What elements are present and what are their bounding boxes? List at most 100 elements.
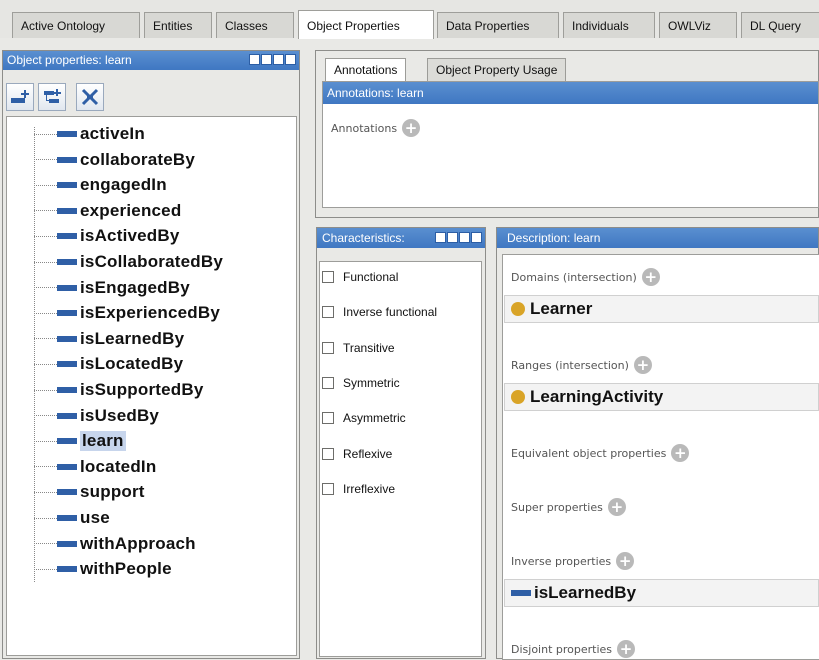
class-icon bbox=[511, 302, 525, 316]
tab-data-properties[interactable]: Data Properties bbox=[437, 12, 559, 38]
characteristic-label: Inverse functional bbox=[343, 305, 438, 320]
add-disjoint-button[interactable]: + bbox=[617, 640, 636, 658]
tree-item-isUsedBy[interactable]: isUsedBy bbox=[34, 404, 159, 428]
tree-item-label: withApproach bbox=[80, 533, 196, 553]
checkbox[interactable] bbox=[322, 482, 334, 495]
add-inverse-button[interactable]: + bbox=[616, 552, 635, 570]
close-icon[interactable] bbox=[285, 54, 296, 65]
tab-object-properties[interactable]: Object Properties bbox=[298, 10, 434, 39]
object-property-icon bbox=[57, 361, 77, 368]
split-view-icon[interactable] bbox=[249, 54, 260, 65]
tree-item-learn[interactable]: learn bbox=[34, 429, 126, 453]
minimize-icon[interactable] bbox=[261, 54, 272, 65]
tree-item-isEngagedBy[interactable]: isEngagedBy bbox=[34, 276, 190, 300]
tree-item-label: use bbox=[80, 508, 110, 527]
characteristic-symmetric[interactable]: Symmetric bbox=[322, 376, 400, 390]
annotations-section: Annotations + bbox=[331, 119, 421, 137]
checkbox[interactable] bbox=[322, 412, 334, 425]
tree-item-locatedIn[interactable]: locatedIn bbox=[34, 455, 156, 479]
tree-item-isCollaboratedBy[interactable]: isCollaboratedBy bbox=[34, 250, 223, 274]
equivalent-section: Equivalent object properties + bbox=[511, 444, 690, 462]
minimize-icon[interactable] bbox=[447, 232, 458, 243]
domain-entry[interactable]: Learner bbox=[504, 295, 819, 323]
add-subproperty-button[interactable] bbox=[6, 83, 34, 111]
tab-object-property-usage[interactable]: Object Property Usage bbox=[427, 58, 567, 81]
tree-item-activeIn[interactable]: activeIn bbox=[34, 122, 145, 146]
object-property-icon bbox=[57, 515, 77, 521]
tree-item-label: isLearnedBy bbox=[80, 328, 185, 348]
characteristic-irreflexive[interactable]: Irreflexive bbox=[322, 482, 395, 496]
object-property-icon bbox=[57, 412, 77, 419]
tree-connector bbox=[34, 184, 57, 186]
ranges-label: Ranges (intersection) bbox=[511, 358, 629, 372]
hierarchy-title: Object properties: learn bbox=[7, 53, 132, 67]
characteristic-asymmetric[interactable]: Asymmetric bbox=[322, 411, 406, 425]
tree-item-isLocatedBy[interactable]: isLocatedBy bbox=[34, 352, 183, 376]
tree-connector bbox=[34, 517, 57, 519]
characteristic-transitive[interactable]: Transitive bbox=[322, 341, 395, 355]
tab-individuals[interactable]: Individuals bbox=[563, 12, 655, 38]
tree-item-label: learn bbox=[80, 431, 126, 452]
characteristics-title: Characteristics: bbox=[322, 231, 405, 245]
tree-item-withApproach[interactable]: withApproach bbox=[34, 532, 196, 556]
tab-entities[interactable]: Entities bbox=[144, 12, 212, 38]
delete-property-button[interactable] bbox=[76, 83, 104, 111]
tab-annotations[interactable]: Annotations bbox=[325, 58, 407, 81]
checkbox[interactable] bbox=[322, 271, 334, 283]
tab-active-ontology[interactable]: Active Ontology bbox=[12, 12, 140, 38]
add-annotation-button[interactable]: + bbox=[402, 119, 421, 137]
object-property-icon bbox=[57, 156, 77, 163]
tree-item-withPeople[interactable]: withPeople bbox=[34, 557, 172, 581]
add-sibling-property-button[interactable] bbox=[38, 83, 66, 111]
tree-item-use[interactable]: use bbox=[34, 506, 110, 530]
tree-item-label: isExperiencedBy bbox=[80, 303, 221, 323]
characteristic-inverse-functional[interactable]: Inverse functional bbox=[322, 305, 437, 319]
range-entry[interactable]: LearningActivity bbox=[504, 383, 819, 411]
tree-item-label: isUsedBy bbox=[80, 405, 160, 425]
tree-item-support[interactable]: support bbox=[34, 480, 145, 504]
description-titlebar: Description: learn bbox=[497, 228, 818, 248]
object-property-icon bbox=[57, 207, 77, 214]
characteristic-reflexive[interactable]: Reflexive bbox=[322, 447, 392, 461]
tree-item-isSupportedBy[interactable]: isSupportedBy bbox=[34, 378, 204, 402]
add-domain-button[interactable]: + bbox=[641, 268, 660, 286]
checkbox[interactable] bbox=[322, 306, 334, 319]
tab-owlviz[interactable]: OWLViz bbox=[659, 12, 737, 38]
tree-item-engagedIn[interactable]: engagedIn bbox=[34, 173, 167, 197]
annotations-label: Annotations bbox=[331, 121, 398, 135]
property-tree: activeIn collaborateBy engagedIn experience… bbox=[6, 116, 297, 656]
tree-item-isActivedBy[interactable]: isActivedBy bbox=[34, 224, 180, 248]
maximize-icon[interactable] bbox=[459, 232, 470, 243]
tree-connector bbox=[34, 491, 57, 493]
add-range-button[interactable]: + bbox=[633, 356, 652, 374]
characteristic-functional[interactable]: Functional bbox=[322, 270, 398, 284]
inverse-section: Inverse properties + bbox=[511, 552, 635, 570]
characteristic-label: Irreflexive bbox=[343, 481, 396, 496]
tab-classes[interactable]: Classes bbox=[216, 12, 294, 38]
tree-connector bbox=[34, 159, 57, 161]
tree-item-collaborateBy[interactable]: collaborateBy bbox=[34, 148, 195, 172]
object-property-icon bbox=[57, 310, 77, 317]
maximize-icon[interactable] bbox=[273, 54, 284, 65]
class-icon bbox=[511, 390, 525, 404]
checkbox[interactable] bbox=[322, 447, 334, 460]
add-equivalent-button[interactable]: + bbox=[671, 444, 690, 462]
inverse-entry[interactable]: isLearnedBy bbox=[504, 579, 819, 607]
close-icon[interactable] bbox=[471, 232, 482, 243]
tree-item-label: experienced bbox=[80, 200, 182, 220]
tree-item-experienced[interactable]: experienced bbox=[34, 199, 181, 223]
tree-item-isLearnedBy[interactable]: isLearnedBy bbox=[34, 327, 184, 351]
disjoint-label: Disjoint properties bbox=[511, 642, 613, 656]
domains-label: Domains (intersection) bbox=[511, 270, 637, 284]
domains-section: Domains (intersection) + bbox=[511, 268, 660, 286]
characteristics-titlebar: Characteristics: bbox=[317, 228, 485, 248]
checkbox[interactable] bbox=[322, 376, 334, 389]
object-property-icon bbox=[57, 387, 77, 393]
checkbox[interactable] bbox=[322, 341, 334, 354]
tab-dl-query[interactable]: DL Query bbox=[741, 12, 819, 38]
split-view-icon[interactable] bbox=[435, 232, 446, 243]
inverse-label: Inverse properties bbox=[511, 554, 612, 568]
add-super-button[interactable]: + bbox=[607, 498, 626, 516]
tree-item-isExperiencedBy[interactable]: isExperiencedBy bbox=[34, 301, 220, 325]
tree-item-label: engagedIn bbox=[80, 175, 167, 195]
